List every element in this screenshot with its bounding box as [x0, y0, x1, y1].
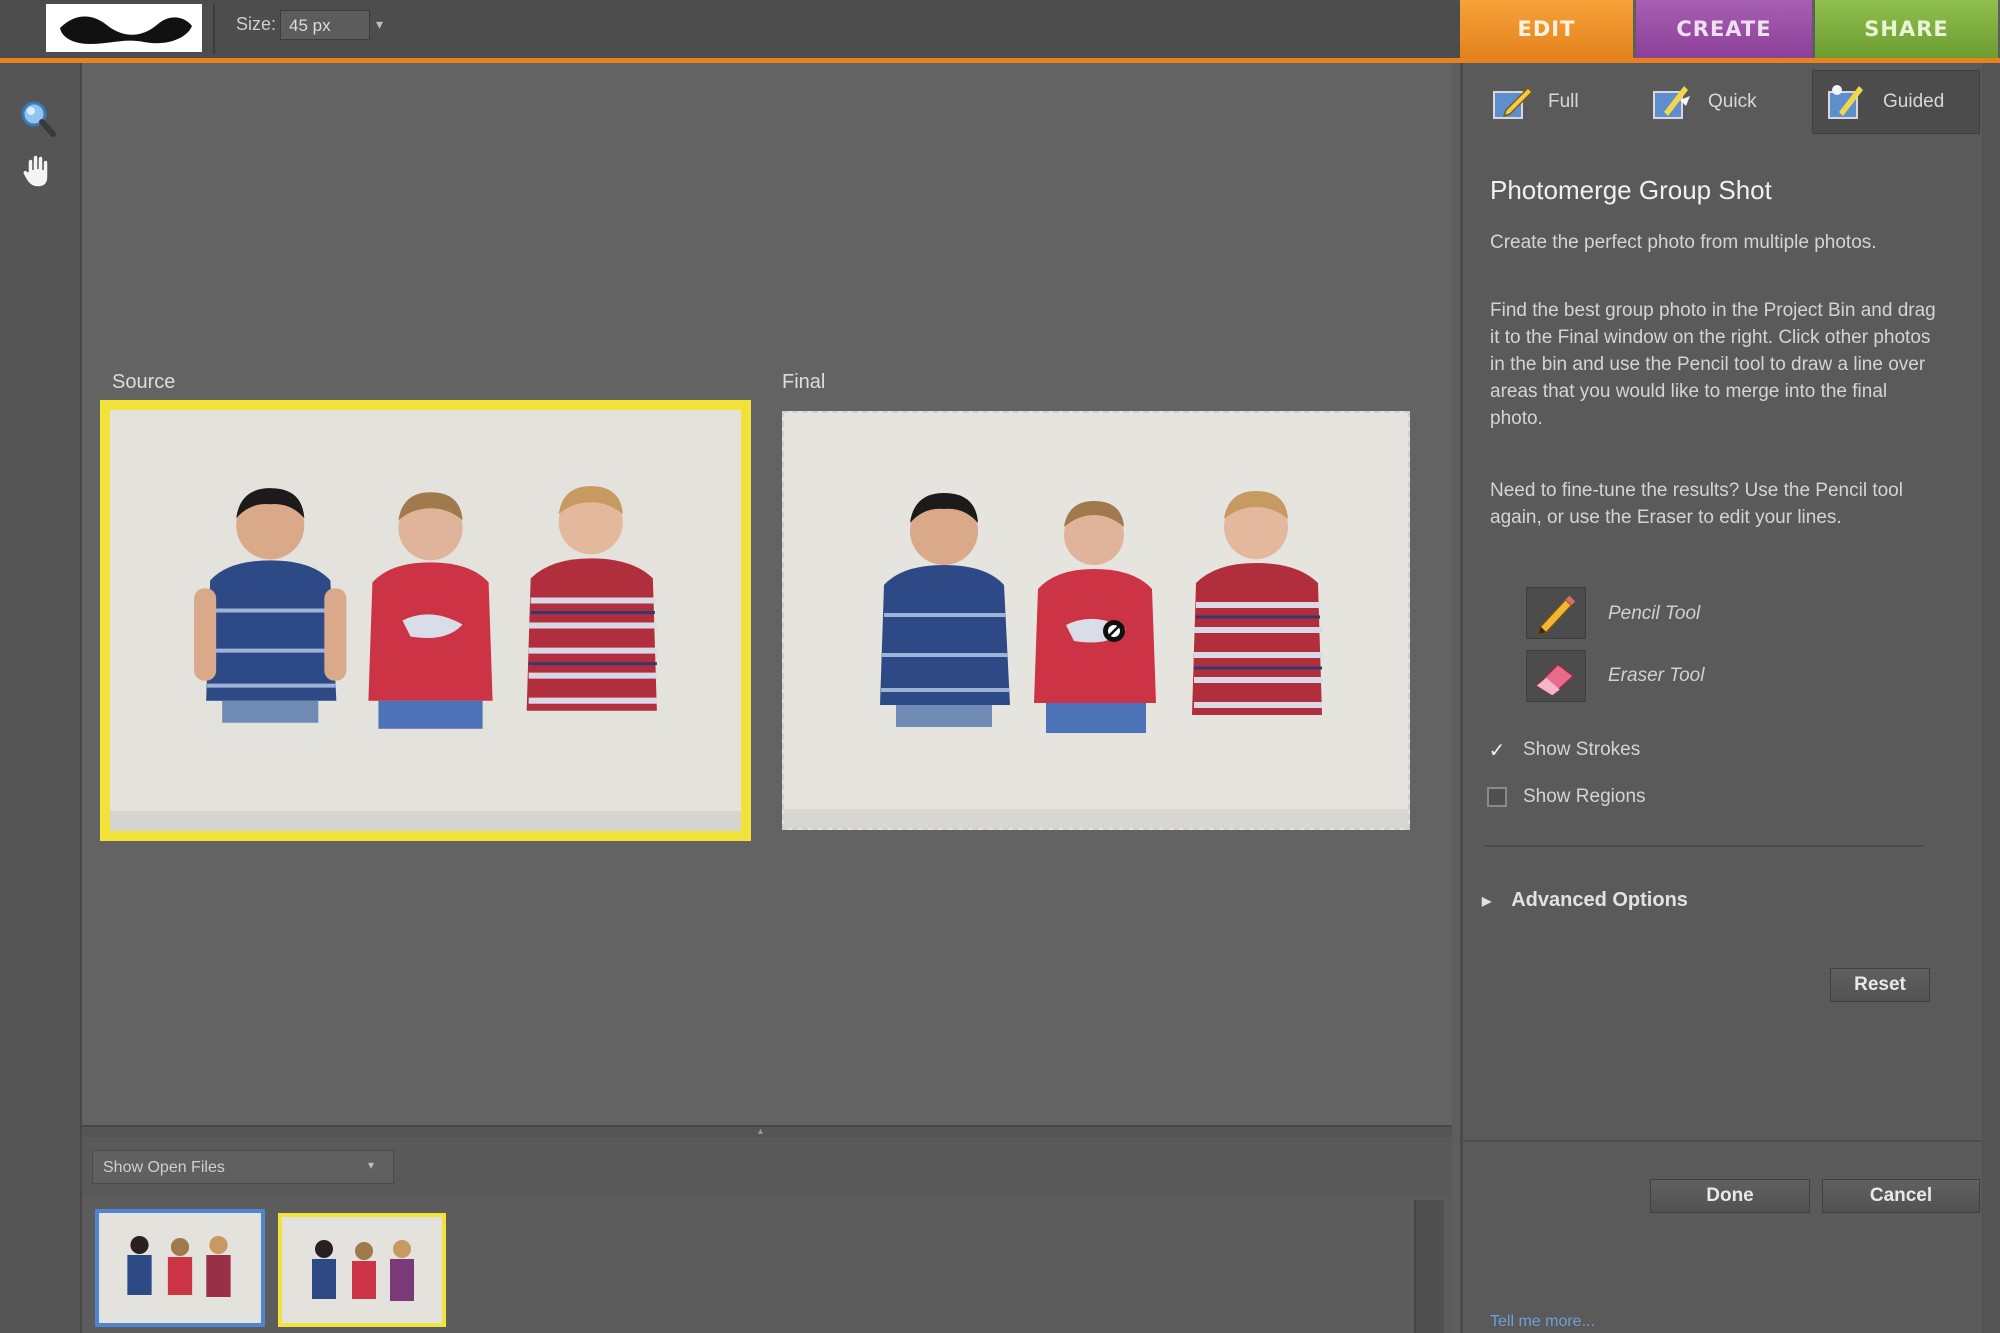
show-regions-option[interactable]: Show Regions: [1487, 786, 1646, 808]
panel-footer-divider: [1462, 1140, 1982, 1142]
tab-quick-label: Quick: [1708, 91, 1757, 112]
panel-divider: [1484, 845, 1924, 847]
pencil-icon: [1537, 595, 1576, 636]
eraser-icon: [1535, 663, 1575, 697]
intro-text: Create the perfect photo from multiple p…: [1490, 232, 1877, 253]
zoom-tool[interactable]: [18, 98, 58, 140]
source-photo-image: [110, 410, 741, 831]
tab-guided-label: Guided: [1883, 91, 1945, 112]
quick-edit-icon: [1653, 86, 1690, 119]
hand-icon: [22, 154, 49, 188]
guided-edit-icon: [1828, 85, 1863, 119]
thumbnail-image: [99, 1213, 261, 1323]
pencil-tool-label[interactable]: Pencil Tool: [1608, 603, 1700, 625]
advanced-options-label: Advanced Options: [1511, 889, 1688, 911]
toolbox: [0, 63, 82, 1333]
show-strokes-option[interactable]: ✓ Show Strokes: [1487, 739, 1641, 762]
show-regions-checkbox[interactable]: [1487, 787, 1507, 807]
bin-filter-dropdown[interactable]: Show Open Files: [92, 1150, 394, 1184]
advanced-options-toggle[interactable]: ▶ Advanced Options: [1482, 889, 1688, 912]
source-label: Source: [112, 371, 176, 393]
hand-tool[interactable]: [18, 150, 58, 192]
brush-preview[interactable]: [46, 4, 202, 52]
instructions-text: Find the best group photo in the Project…: [1490, 300, 1936, 429]
brush-size-field[interactable]: 45 px: [280, 10, 370, 40]
final-photo-image: [784, 413, 1408, 828]
panel-title: Photomerge Group Shot: [1490, 175, 1772, 205]
tell-me-more-link[interactable]: Tell me more...: [1490, 1313, 1595, 1331]
size-label: Size:: [236, 14, 277, 34]
tab-create[interactable]: CREATE: [1636, 0, 1812, 58]
done-button[interactable]: Done: [1650, 1179, 1810, 1213]
tab-full[interactable]: Full: [1490, 70, 1579, 134]
panel-scrollbar[interactable]: [1982, 63, 2000, 1333]
show-regions-label: Show Regions: [1523, 786, 1646, 807]
fine-tune-text: Need to fine-tune the results? Use the P…: [1490, 480, 1903, 528]
cancel-button[interactable]: Cancel: [1822, 1179, 1980, 1213]
checkmark-icon[interactable]: ✓: [1487, 740, 1507, 762]
options-divider: [213, 4, 215, 54]
magnifier-icon: [21, 101, 56, 137]
final-label: Final: [782, 371, 826, 393]
eraser-tool-label[interactable]: Eraser Tool: [1608, 665, 1704, 687]
tool-options-bar: [0, 0, 1460, 60]
tab-quick[interactable]: Quick: [1650, 70, 1757, 134]
tab-share[interactable]: SHARE: [1815, 0, 1998, 58]
thumbnail-image: [282, 1217, 442, 1323]
show-strokes-label: Show Strokes: [1523, 739, 1641, 760]
bin-thumbnail-1[interactable]: [95, 1209, 265, 1327]
full-edit-icon: [1493, 86, 1534, 119]
bin-scrollbar[interactable]: [1414, 1200, 1444, 1333]
disclosure-triangle-icon[interactable]: ▶: [1482, 894, 1491, 908]
eraser-tool-button[interactable]: [1526, 650, 1586, 702]
reset-button[interactable]: Reset: [1830, 968, 1930, 1002]
tab-full-label: Full: [1548, 91, 1579, 112]
size-slider-arrow-icon[interactable]: ▾: [376, 16, 383, 33]
chevron-down-icon[interactable]: ▾: [368, 1158, 374, 1172]
pencil-tool-button[interactable]: [1526, 587, 1586, 639]
brush-stroke-icon: [60, 16, 192, 44]
tab-guided[interactable]: Guided: [1812, 70, 1980, 134]
final-photo[interactable]: [782, 411, 1410, 830]
tab-edit[interactable]: EDIT: [1460, 0, 1633, 58]
source-photo[interactable]: [110, 410, 741, 831]
bin-thumbnail-2[interactable]: [278, 1213, 446, 1327]
splitter-grip-icon[interactable]: ▴: [758, 1126, 772, 1137]
